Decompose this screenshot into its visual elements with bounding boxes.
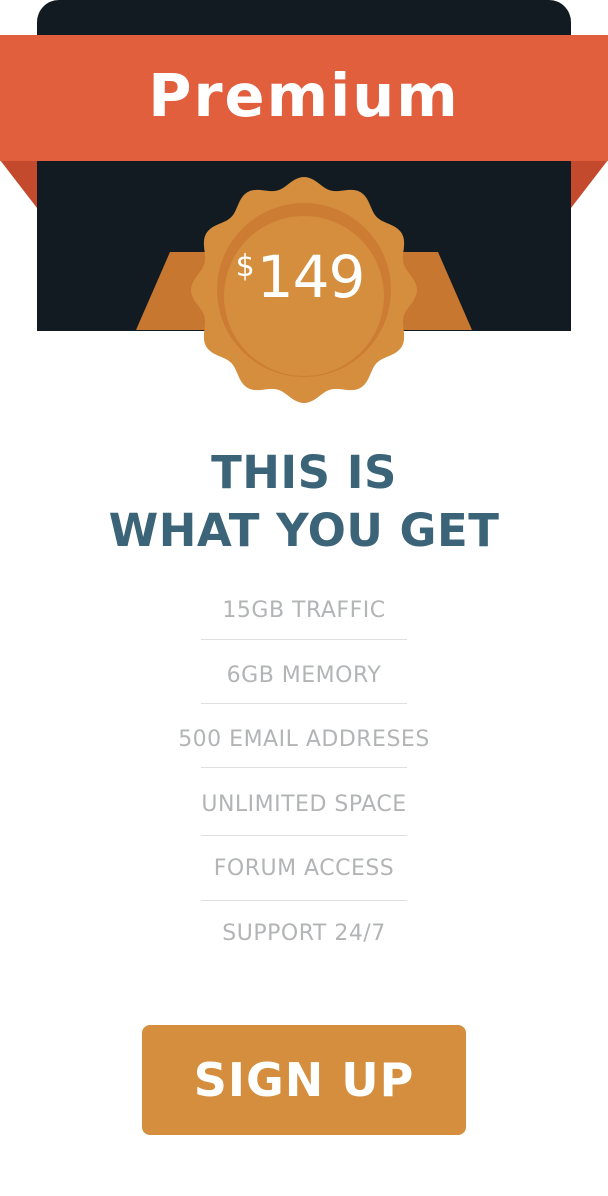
feature-item: 15GB TRAFFIC (222, 597, 386, 623)
price-currency: $ (235, 249, 255, 284)
feature-item: 6GB MEMORY (226, 662, 382, 688)
feature-item: UNLIMITED SPACE (201, 791, 407, 817)
feature-divider (201, 639, 407, 640)
feature-divider (201, 703, 407, 704)
headline-line-1: THIS IS (211, 446, 397, 499)
feature-item: FORUM ACCESS (213, 855, 395, 881)
feature-divider (201, 767, 407, 768)
features-headline: THIS IS WHAT YOU GET (0, 444, 608, 560)
price-label: $149 (180, 248, 420, 306)
feature-item: 500 EMAIL ADDRESES (178, 726, 430, 752)
feature-item: SUPPORT 24/7 (222, 920, 386, 946)
plan-name: Premium (148, 61, 460, 130)
sign-up-button[interactable]: SIGN UP (142, 1025, 466, 1135)
headline-line-2: WHAT YOU GET (108, 504, 500, 557)
price-amount: 149 (256, 243, 366, 311)
